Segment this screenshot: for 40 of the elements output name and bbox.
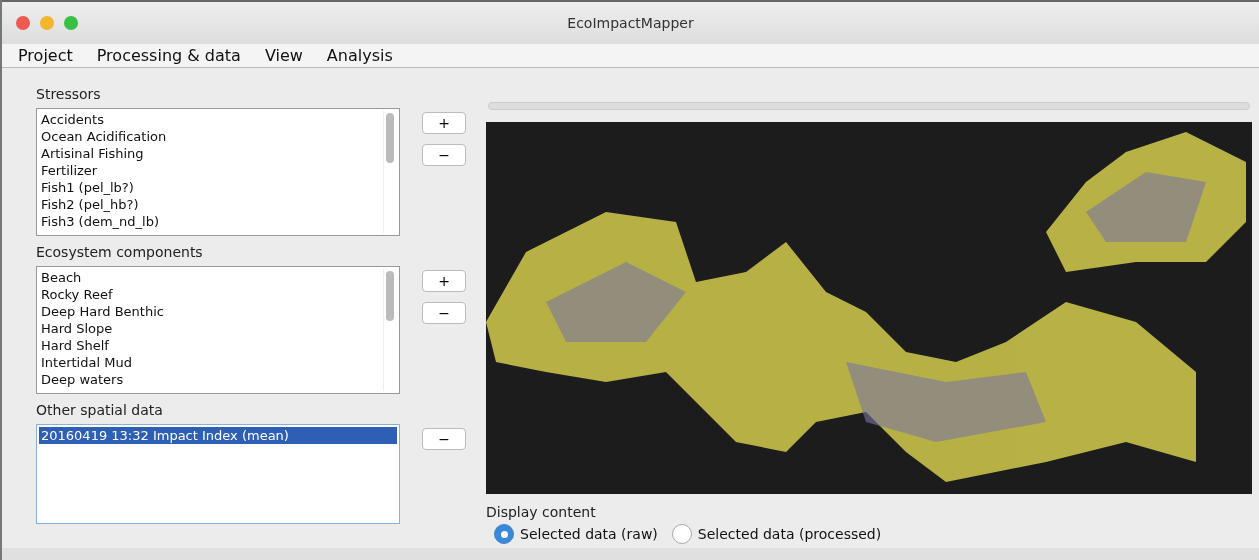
menu-item[interactable]: View	[264, 46, 303, 65]
list-item[interactable]: Ocean Acidification	[39, 128, 383, 145]
radio-option[interactable]: Selected data (processed)	[671, 524, 882, 544]
minimize-light-icon[interactable]	[40, 16, 54, 30]
list-item[interactable]: Fish1 (pel_lb?)	[39, 179, 383, 196]
menu-item[interactable]: Analysis	[326, 46, 393, 65]
list-item[interactable]: Accidents	[39, 111, 383, 128]
radio-label: Selected data (processed)	[697, 526, 882, 542]
scrollbar-thumb[interactable]	[386, 271, 394, 321]
list-item[interactable]: Hard Slope	[39, 320, 383, 337]
list-item[interactable]: 20160419 13:32 Impact Index (mean)	[39, 427, 397, 444]
window-title: EcoImpactMapper	[566, 15, 695, 31]
list-item[interactable]: Artisinal Fishing	[39, 145, 383, 162]
radio-button[interactable]	[494, 524, 514, 544]
list-item[interactable]: Fertilizer	[39, 162, 383, 179]
scrollbar-thumb[interactable]	[386, 113, 394, 163]
list-item[interactable]: Hard Shelf	[39, 337, 383, 354]
add-button[interactable]: +	[422, 270, 466, 292]
list-item[interactable]: Beach	[39, 269, 383, 286]
list-item[interactable]: Intertidal Mud	[39, 354, 383, 371]
list-item[interactable]: Rocky Reef	[39, 286, 383, 303]
close-light-icon[interactable]	[16, 16, 30, 30]
radio-label: Selected data (raw)	[520, 526, 658, 542]
remove-button[interactable]: −	[422, 428, 466, 450]
remove-button[interactable]: −	[422, 144, 466, 166]
radio-button[interactable]	[671, 524, 692, 544]
list-item[interactable]: Deep waters	[39, 371, 383, 388]
list-item[interactable]: Fish3 (dem_nd_lb)	[39, 213, 383, 230]
zoom-light-icon[interactable]	[64, 16, 78, 30]
display-content-label: Display content	[486, 504, 597, 520]
menu-item[interactable]: Project	[18, 46, 73, 65]
list-item[interactable]: Fish2 (pel_hb?)	[39, 196, 383, 213]
remove-button[interactable]: −	[422, 302, 466, 324]
section-title: Ecosystem components	[36, 244, 204, 260]
radio-option[interactable]: Selected data (raw)	[494, 524, 658, 544]
list-item[interactable]: Deep Hard Benthic	[39, 303, 383, 320]
menu-item[interactable]: Processing & data	[96, 46, 241, 65]
add-button[interactable]: +	[422, 112, 466, 134]
section-title: Other spatial data	[36, 402, 164, 418]
section-title: Stressors	[36, 86, 102, 102]
